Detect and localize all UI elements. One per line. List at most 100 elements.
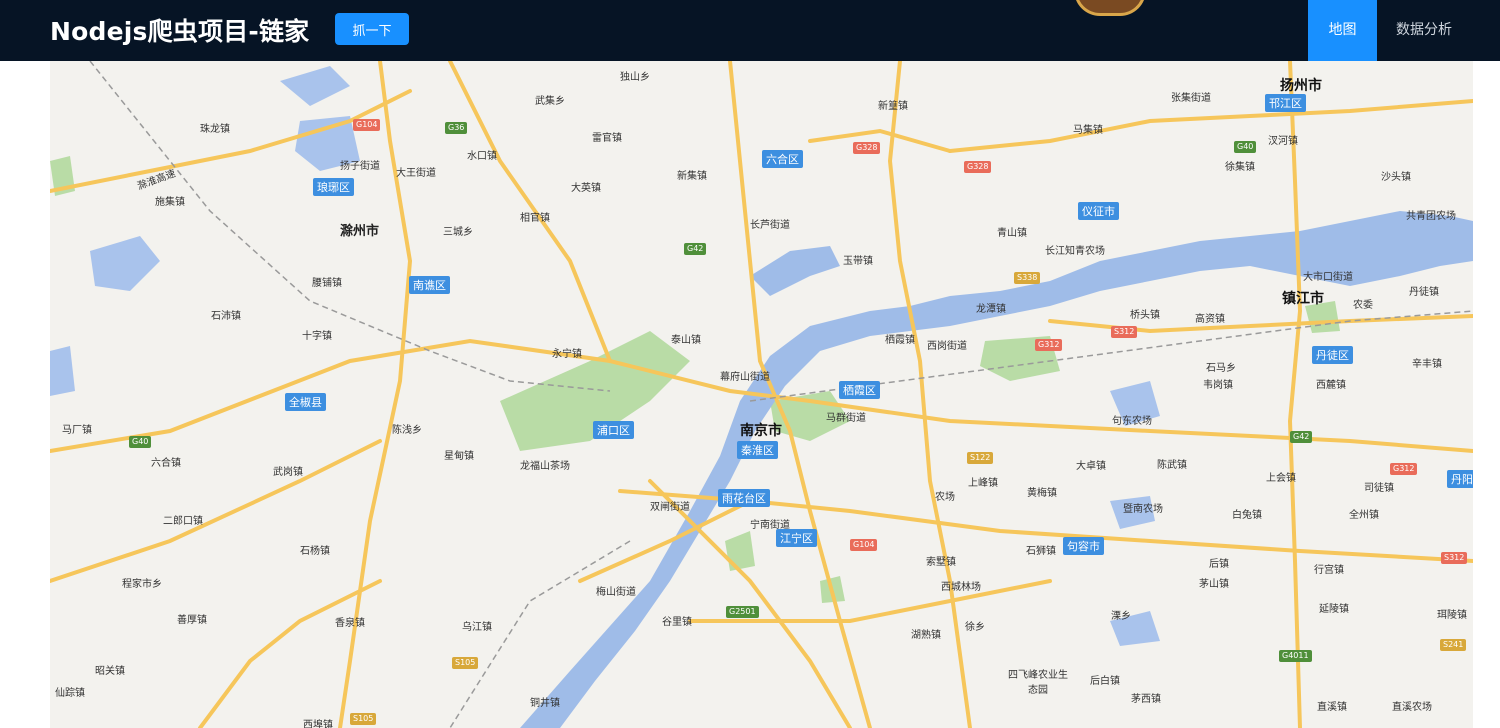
district-label: 丹阳 xyxy=(1447,470,1473,488)
map-view[interactable]: 扬州市 滁州市 南京市 镇江市 邗江区 六合区 琅琊区 仪征市 南谯区 栖霞区 … xyxy=(50,61,1473,728)
place-label: 白兔镇 xyxy=(1232,510,1262,521)
place-label: 张集街道 xyxy=(1171,93,1211,104)
place-label: 宁南街道 xyxy=(750,520,790,531)
place-label: 黄梅镇 xyxy=(1027,488,1057,499)
place-label: 水口镇 xyxy=(467,151,497,162)
road-code-label: G42 xyxy=(684,243,707,255)
yangtze-river xyxy=(520,211,1473,728)
place-label: 石沛镇 xyxy=(211,311,241,322)
place-label: 湖熟镇 xyxy=(911,630,941,641)
place-label: 玉带镇 xyxy=(843,256,873,267)
place-label: 梅山街道 xyxy=(596,587,636,598)
place-label: 韦岗镇 xyxy=(1203,380,1233,391)
district-label: 江宁区 xyxy=(776,529,817,547)
place-label: 西麓镇 xyxy=(1316,380,1346,391)
place-label: 乌江镇 xyxy=(462,622,492,633)
place-label: 沙头镇 xyxy=(1381,172,1411,183)
district-label: 秦淮区 xyxy=(737,441,778,459)
place-label: 相官镇 xyxy=(520,213,550,224)
district-label: 丹徒区 xyxy=(1312,346,1353,364)
place-label: 新集镇 xyxy=(677,171,707,182)
tab-data-analysis[interactable]: 数据分析 xyxy=(1383,0,1465,61)
place-label: 栖霞镇 xyxy=(885,335,915,346)
place-label: 共青团农场 xyxy=(1406,211,1456,222)
road-code-label: G104 xyxy=(850,539,878,551)
district-label: 句容市 xyxy=(1063,537,1104,555)
place-label: 行宫镇 xyxy=(1314,565,1344,576)
road-code-label: S122 xyxy=(967,452,994,464)
place-label: 泰山镇 xyxy=(671,335,701,346)
place-label: 高资镇 xyxy=(1195,314,1225,325)
district-label: 栖霞区 xyxy=(839,381,880,399)
city-label: 滁州市 xyxy=(340,224,380,239)
place-label: 星甸镇 xyxy=(444,451,474,462)
district-label: 琅琊区 xyxy=(313,178,354,196)
road-code-label: G4011 xyxy=(1279,650,1312,662)
place-label: 上峰镇 xyxy=(968,478,998,489)
place-label: 农委 xyxy=(1353,300,1373,311)
place-label: 延陵镇 xyxy=(1319,604,1349,615)
place-label: 武集乡 xyxy=(535,96,565,107)
road-code-label: G40 xyxy=(1234,141,1257,153)
app-title: Nodejs爬虫项目-链家 xyxy=(50,17,310,46)
place-label: 辛丰镇 xyxy=(1412,359,1442,370)
place-label: 六合镇 xyxy=(151,458,181,469)
place-label: 司徒镇 xyxy=(1364,483,1394,494)
city-label: 扬州市 xyxy=(1280,78,1322,94)
place-label: 大英镇 xyxy=(571,183,601,194)
place-label: 马厂镇 xyxy=(62,425,92,436)
place-label: 上会镇 xyxy=(1266,473,1296,484)
city-label: 南京市 xyxy=(740,423,782,439)
place-label: 大卓镇 xyxy=(1076,461,1106,472)
place-label: 石狮镇 xyxy=(1026,546,1056,557)
place-label: 龙潭镇 xyxy=(976,304,1006,315)
place-label: 新篁镇 xyxy=(878,101,908,112)
place-label: 幕府山街道 xyxy=(720,372,770,383)
place-label: 句东农场 xyxy=(1112,416,1152,427)
district-label: 浦口区 xyxy=(593,421,634,439)
road-code-label: S312 xyxy=(1111,326,1138,338)
road-code-label: S338 xyxy=(1014,272,1041,284)
place-label: 茅西镇 xyxy=(1131,694,1161,705)
place-label: 长芦街道 xyxy=(750,220,790,231)
mascot-icon xyxy=(1074,0,1146,16)
district-label: 南谯区 xyxy=(409,276,450,294)
place-label: 二郎口镇 xyxy=(163,516,203,527)
place-label: 双闸街道 xyxy=(650,502,690,513)
place-label: 丹徒镇 xyxy=(1409,287,1439,298)
place-label: 长江知青农场 xyxy=(1045,246,1105,257)
place-label: 石马乡 xyxy=(1206,363,1236,374)
place-label: 三城乡 xyxy=(443,227,473,238)
place-label: 全州镇 xyxy=(1349,510,1379,521)
tab-map[interactable]: 地图 xyxy=(1308,0,1377,61)
place-label: 徐集镇 xyxy=(1225,162,1255,173)
place-label: 暨南农场 xyxy=(1123,504,1163,515)
place-label: 西岗街道 xyxy=(927,341,967,352)
road-code-label: S105 xyxy=(350,713,377,725)
road-code-label: S241 xyxy=(1440,639,1467,651)
place-label: 武岗镇 xyxy=(273,467,303,478)
place-label: 马集镇 xyxy=(1073,125,1103,136)
place-label: 茅山镇 xyxy=(1199,579,1229,590)
road-code-label: G40 xyxy=(129,436,152,448)
road-code-label: G328 xyxy=(964,161,992,173)
place-label: 大市口街道 xyxy=(1303,272,1353,283)
place-label: 腰铺镇 xyxy=(312,278,342,289)
place-label: 直溪镇 xyxy=(1317,702,1347,713)
place-label: 直溪农场 xyxy=(1392,702,1432,713)
road-code-label: S105 xyxy=(452,657,479,669)
place-label: 索墅镇 xyxy=(926,557,956,568)
place-label: 铜井镇 xyxy=(530,698,560,709)
place-label: 桥头镇 xyxy=(1130,310,1160,321)
road-code-label: G42 xyxy=(1290,431,1313,443)
place-label: 马群街道 xyxy=(826,413,866,424)
place-label: 青山镇 xyxy=(997,228,1027,239)
place-label: 永宁镇 xyxy=(552,349,582,360)
road-code-label: S312 xyxy=(1441,552,1468,564)
place-label: 后白镇 xyxy=(1090,676,1120,687)
place-label: 陈浅乡 xyxy=(392,425,422,436)
place-label: 陈武镇 xyxy=(1157,460,1187,471)
crawl-button[interactable]: 抓一下 xyxy=(335,13,409,45)
place-label: 谷里镇 xyxy=(662,617,692,628)
place-label: 程家市乡 xyxy=(122,579,162,590)
